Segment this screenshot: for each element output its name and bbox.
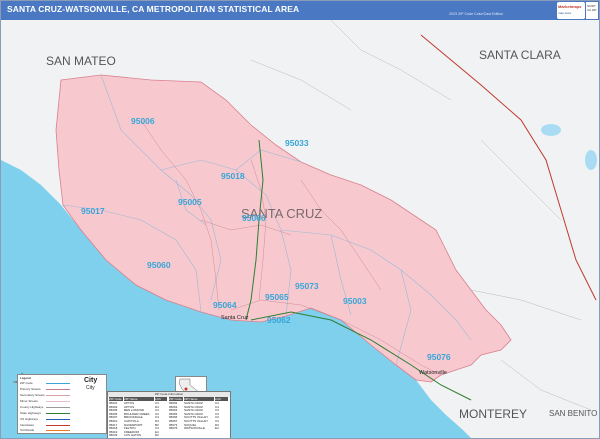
legend-swatch-interstate [46,425,70,426]
zip-table-cell: LOS GATOS [124,433,142,438]
title-bar: SANTA CRUZ-WATSONVILLE, CA METROPOLITAN … [1,1,599,20]
zip-label-95073[interactable]: 95073 [295,281,319,291]
lake [541,124,561,136]
product-code-box: SCWT CA ZIP [586,2,598,19]
zip-label-95003[interactable]: 95003 [343,296,367,306]
zip-table-cell: WATSONVILLE [184,426,206,431]
zip-table-cell: D2 [155,433,159,438]
zip-table-cell: 95076 [169,426,178,431]
legend-swatch-state-hwy [46,413,70,414]
zip-label-95064[interactable]: 95064 [213,300,237,310]
legend-toll-roads: Toll Roads [20,428,35,432]
city-label-santa-cruz: Santa Cruz [221,315,249,321]
label-san-benito: SAN BENITO [549,409,598,418]
legend-swatch-secondary [46,395,70,396]
label-monterey: MONTEREY [459,407,528,421]
legend-interstates: Interstates [20,423,35,427]
logo-text: Marketmaps [558,4,582,9]
zip-label-95062[interactable]: 95062 [267,315,291,325]
zip-label-95066[interactable]: 95066 [242,213,266,223]
zip-label-95006[interactable]: 95006 [131,116,155,126]
logo-subtext: map store [558,11,572,15]
legend-city-minor: City [86,385,95,391]
legend-state-highways: State Highways [20,411,41,415]
zip-label-95017[interactable]: 95017 [81,206,105,216]
legend-city-major: City [84,377,98,384]
map-title: SANTA CRUZ-WATSONVILLE, CA METROPOLITAN … [7,4,300,14]
legend-us-highways: US Highways [20,417,39,421]
legend-county-highways: County Highways [20,405,44,409]
zip-label-95005[interactable]: 95005 [178,197,202,207]
zip-table-cell: 95033 [109,433,118,438]
zip-table-cell: E4 [215,426,219,431]
legend-swatch-toll [46,430,70,431]
zip-label-95033[interactable]: 95033 [285,138,309,148]
zip-label-95065[interactable]: 95065 [265,292,289,302]
legend-zip-code: ZIP Code [20,381,33,385]
legend-swatch-us-hwy [46,419,70,420]
publisher-logo: Marketmaps map store [557,2,585,19]
zip-code-table: ZIP Code Information ZIP Code ZIP Name L… [107,391,231,438]
city-label-watsonville: Watsonville [419,370,447,376]
label-santa-clara: SANTA CLARA [479,48,561,62]
edition-subtitle: 2023 ZIP Code Color/Cast Edition [449,12,504,16]
legend-swatch-zip [46,383,70,384]
map-frame: SANTA CRUZ-WATSONVILLE, CA METROPOLITAN … [0,0,600,439]
zip-label-95076[interactable]: 95076 [427,352,451,362]
legend-swatch-county-hwy [46,407,70,408]
lake [585,150,597,170]
legend-primary-streets: Primary Streets [20,387,41,391]
zip-label-95060[interactable]: 95060 [147,260,171,270]
legend-swatch-primary [46,389,70,390]
legend-title: Legend [20,376,31,380]
legend: Legend ZIP Code Primary Streets Secondar… [17,374,107,434]
legend-secondary-streets: Secondary Streets [20,393,45,397]
legend-swatch-minor [46,401,70,402]
label-san-mateo: SAN MATEO [46,54,116,68]
legend-minor-streets: Minor Streets [20,399,38,403]
product-code: SCWT CA ZIP [587,4,597,12]
zip-label-95018[interactable]: 95018 [221,171,245,181]
